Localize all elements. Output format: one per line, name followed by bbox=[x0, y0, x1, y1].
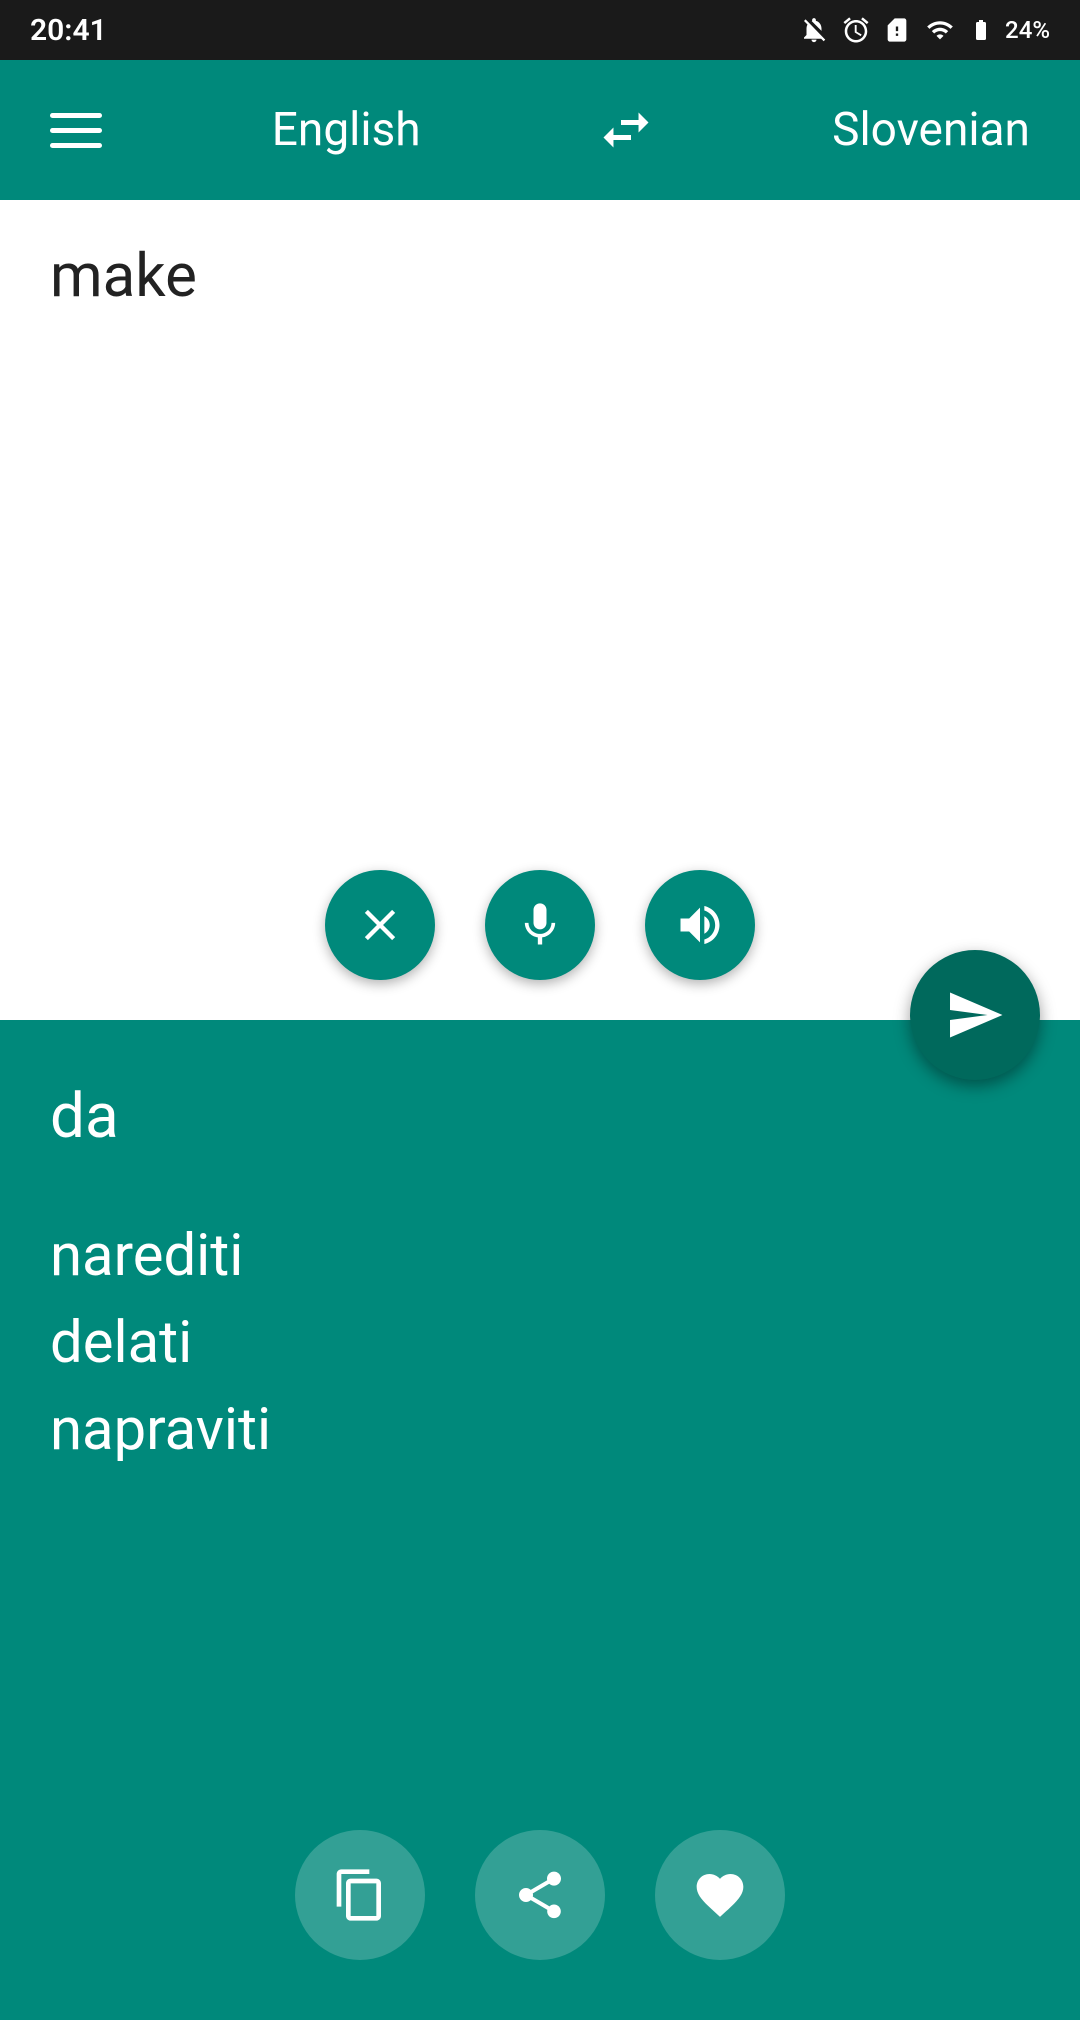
primary-translation: da bbox=[50, 1080, 1030, 1153]
microphone-button[interactable] bbox=[485, 870, 595, 980]
translation-line-2: delati bbox=[50, 1300, 1030, 1387]
notification-icon bbox=[799, 15, 829, 45]
secondary-translations: narediti delati napraviti bbox=[50, 1213, 1030, 1474]
source-language[interactable]: English bbox=[272, 103, 421, 157]
clear-button[interactable] bbox=[325, 870, 435, 980]
source-text[interactable]: make bbox=[50, 240, 197, 311]
status-icons: 24% bbox=[799, 15, 1050, 45]
copy-button[interactable] bbox=[295, 1830, 425, 1960]
menu-button[interactable] bbox=[50, 113, 102, 148]
speak-button[interactable] bbox=[645, 870, 755, 980]
alarm-icon bbox=[841, 15, 871, 45]
share-button[interactable] bbox=[475, 1830, 605, 1960]
translation-line-1: narediti bbox=[50, 1213, 1030, 1300]
output-action-buttons bbox=[295, 1830, 785, 1960]
target-language[interactable]: Slovenian bbox=[832, 103, 1030, 157]
sim-icon bbox=[883, 16, 911, 44]
translation-line-3: napraviti bbox=[50, 1387, 1030, 1474]
signal-icon bbox=[923, 16, 957, 44]
favorite-button[interactable] bbox=[655, 1830, 785, 1960]
status-time: 20:41 bbox=[30, 13, 107, 48]
status-bar: 20:41 24% bbox=[0, 0, 1080, 60]
input-area: make bbox=[0, 200, 1080, 1020]
app-header: English Slovenian bbox=[0, 60, 1080, 200]
charging-icon bbox=[969, 16, 993, 44]
menu-icon bbox=[50, 143, 102, 148]
input-action-buttons bbox=[325, 870, 755, 980]
menu-icon bbox=[50, 128, 102, 133]
translation-area: da narediti delati napraviti bbox=[0, 1020, 1080, 2020]
translate-button[interactable] bbox=[910, 950, 1040, 1080]
battery-level: 24% bbox=[1005, 16, 1050, 44]
swap-languages-button[interactable] bbox=[590, 100, 662, 160]
menu-icon bbox=[50, 113, 102, 118]
